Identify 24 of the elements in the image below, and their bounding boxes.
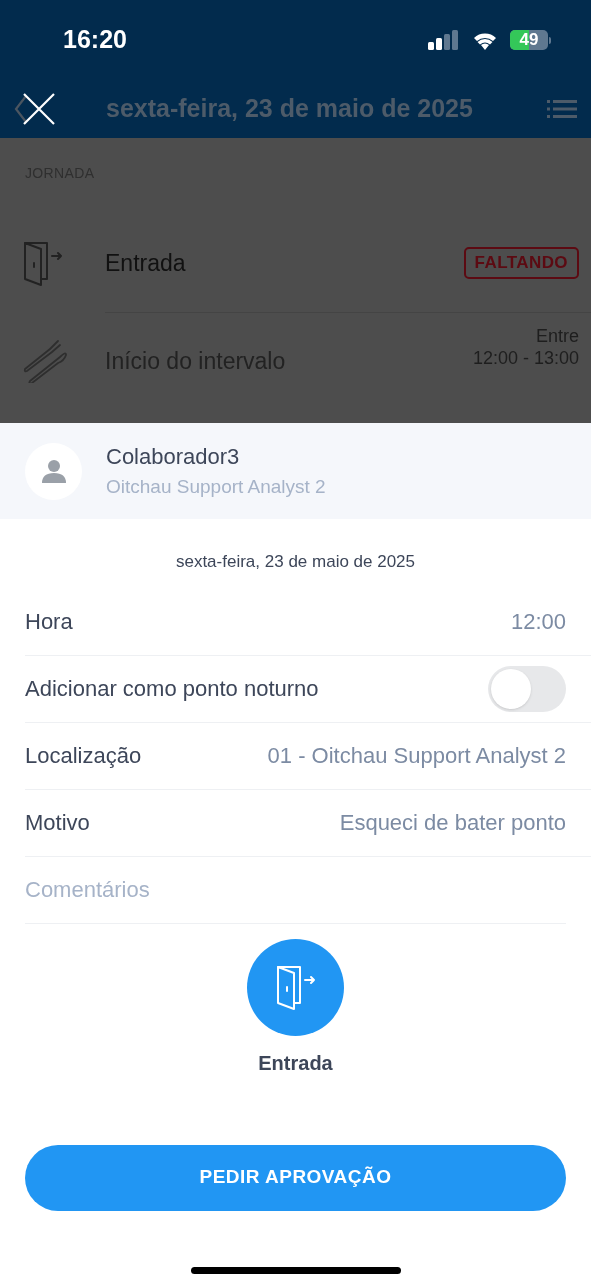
field-label: Adicionar como ponto noturno [25, 675, 319, 703]
submit-button[interactable]: PEDIR APROVAÇÃO [25, 1144, 566, 1211]
door-exit-icon [22, 239, 64, 287]
punch-label: Entrada [258, 1050, 333, 1076]
clock-time: 16:20 [63, 24, 127, 56]
door-exit-icon [274, 963, 317, 1011]
comments-field[interactable]: Comentários [25, 856, 566, 924]
field-value[interactable]: Esqueci de bater ponto [339, 806, 566, 839]
user-name: Colaborador3 [106, 443, 241, 472]
field-label: Hora [25, 608, 73, 636]
battery-level: 49 [518, 30, 540, 50]
field-label: Motivo [25, 809, 90, 837]
list-icon[interactable] [547, 99, 577, 119]
toggle-switch[interactable] [488, 665, 566, 712]
date-text: sexta-feira, 23 de maio de 2025 [174, 551, 417, 573]
header-title: sexta-feira, 23 de maio de 2025 [106, 93, 474, 125]
signal-icon [428, 30, 460, 50]
field-label: Localização [25, 742, 142, 770]
field-value[interactable]: 01 - Oitchau Support Analyst 2 [267, 739, 566, 772]
close-icon[interactable] [14, 92, 58, 126]
status-badge: FALTANDO [463, 247, 579, 279]
entry-label: Entrada [105, 248, 186, 278]
user-role: Oitchau Support Analyst 2 [106, 475, 326, 500]
field-value[interactable]: 12:00 [510, 605, 566, 638]
